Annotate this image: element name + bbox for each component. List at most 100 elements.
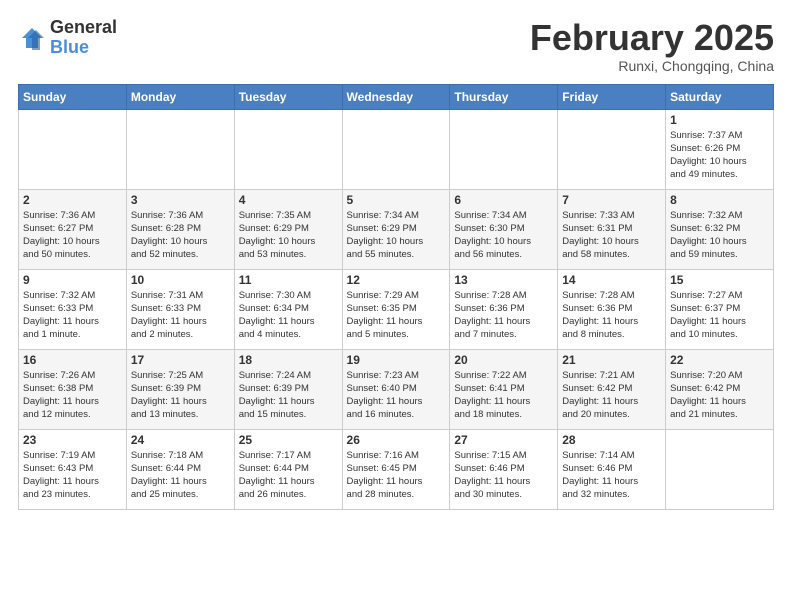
table-row [126, 109, 234, 189]
day-info: Sunrise: 7:23 AM Sunset: 6:40 PM Dayligh… [347, 369, 446, 422]
day-number: 11 [239, 273, 338, 287]
calendar-week-row: 23Sunrise: 7:19 AM Sunset: 6:43 PM Dayli… [19, 429, 774, 509]
day-number: 27 [454, 433, 553, 447]
logo-icon [18, 24, 46, 52]
table-row [19, 109, 127, 189]
table-row: 8 Sunrise: 7:32 AM Sunset: 6:32 PM Daylig… [666, 189, 774, 269]
table-row: 11 Sunrise: 7:30 AM Sunset: 6:34 PM Dayli… [234, 269, 342, 349]
table-row: 16 Sunrise: 7:26 AM Sunset: 6:38 PM Dayli… [19, 349, 127, 429]
day-info: Sunrise: 7:33 AM Sunset: 6:31 PM Dayligh… [562, 209, 661, 262]
day-info: Sunrise: 7:17 AM Sunset: 6:44 PM Dayligh… [239, 449, 338, 502]
table-row: 15Sunrise: 7:27 AM Sunset: 6:37 PM Dayli… [666, 269, 774, 349]
table-row [450, 109, 558, 189]
logo-blue: Blue [50, 38, 117, 58]
header-wednesday: Wednesday [342, 84, 450, 109]
table-row [666, 429, 774, 509]
table-row: 12 Sunrise: 7:29 AM Sunset: 6:35 PM Dayli… [342, 269, 450, 349]
table-row: 28 Sunrise: 7:14 AM Sunset: 6:46 PM Dayli… [558, 429, 666, 509]
table-row [234, 109, 342, 189]
logo-text: General Blue [50, 18, 117, 58]
table-row: 17 Sunrise: 7:25 AM Sunset: 6:39 PM Dayli… [126, 349, 234, 429]
header-tuesday: Tuesday [234, 84, 342, 109]
table-row: 25 Sunrise: 7:17 AM Sunset: 6:44 PM Dayli… [234, 429, 342, 509]
day-number: 22 [670, 353, 769, 367]
day-info: Sunrise: 7:24 AM Sunset: 6:39 PM Dayligh… [239, 369, 338, 422]
location: Runxi, Chongqing, China [530, 58, 774, 74]
day-info: Sunrise: 7:34 AM Sunset: 6:29 PM Dayligh… [347, 209, 446, 262]
day-info: Sunrise: 7:32 AM Sunset: 6:33 PM Dayligh… [23, 289, 122, 342]
day-number: 20 [454, 353, 553, 367]
day-info: Sunrise: 7:35 AM Sunset: 6:29 PM Dayligh… [239, 209, 338, 262]
day-info: Sunrise: 7:28 AM Sunset: 6:36 PM Dayligh… [454, 289, 553, 342]
table-row: 10Sunrise: 7:31 AM Sunset: 6:33 PM Dayli… [126, 269, 234, 349]
table-row: 19 Sunrise: 7:23 AM Sunset: 6:40 PM Dayli… [342, 349, 450, 429]
calendar-header-row: Sunday Monday Tuesday Wednesday Thursday… [19, 84, 774, 109]
day-number: 26 [347, 433, 446, 447]
logo-general: General [50, 18, 117, 38]
day-number: 13 [454, 273, 553, 287]
day-number: 3 [131, 193, 230, 207]
day-number: 15 [670, 273, 769, 287]
day-number: 2 [23, 193, 122, 207]
table-row: 7 Sunrise: 7:33 AM Sunset: 6:31 PM Daylig… [558, 189, 666, 269]
day-number: 19 [347, 353, 446, 367]
day-number: 17 [131, 353, 230, 367]
header-saturday: Saturday [666, 84, 774, 109]
day-info: Sunrise: 7:25 AM Sunset: 6:39 PM Dayligh… [131, 369, 230, 422]
day-number: 7 [562, 193, 661, 207]
day-number: 10 [131, 273, 230, 287]
day-info: Sunrise: 7:14 AM Sunset: 6:46 PM Dayligh… [562, 449, 661, 502]
day-info: Sunrise: 7:19 AM Sunset: 6:43 PM Dayligh… [23, 449, 122, 502]
day-number: 21 [562, 353, 661, 367]
day-number: 4 [239, 193, 338, 207]
day-info: Sunrise: 7:16 AM Sunset: 6:45 PM Dayligh… [347, 449, 446, 502]
calendar-week-row: 1 Sunrise: 7:37 AM Sunset: 6:26 PM Daylig… [19, 109, 774, 189]
calendar-week-row: 9 Sunrise: 7:32 AM Sunset: 6:33 PM Daylig… [19, 269, 774, 349]
day-info: Sunrise: 7:28 AM Sunset: 6:36 PM Dayligh… [562, 289, 661, 342]
calendar-table: Sunday Monday Tuesday Wednesday Thursday… [18, 84, 774, 510]
table-row: 22Sunrise: 7:20 AM Sunset: 6:42 PM Dayli… [666, 349, 774, 429]
day-info: Sunrise: 7:32 AM Sunset: 6:32 PM Dayligh… [670, 209, 769, 262]
day-info: Sunrise: 7:37 AM Sunset: 6:26 PM Dayligh… [670, 129, 769, 182]
table-row: 14 Sunrise: 7:28 AM Sunset: 6:36 PM Dayli… [558, 269, 666, 349]
day-number: 12 [347, 273, 446, 287]
day-number: 8 [670, 193, 769, 207]
table-row: 9 Sunrise: 7:32 AM Sunset: 6:33 PM Daylig… [19, 269, 127, 349]
day-info: Sunrise: 7:26 AM Sunset: 6:38 PM Dayligh… [23, 369, 122, 422]
header-monday: Monday [126, 84, 234, 109]
header: General Blue February 2025 Runxi, Chongq… [18, 18, 774, 74]
day-number: 1 [670, 113, 769, 127]
day-info: Sunrise: 7:22 AM Sunset: 6:41 PM Dayligh… [454, 369, 553, 422]
header-friday: Friday [558, 84, 666, 109]
day-number: 28 [562, 433, 661, 447]
calendar-week-row: 2 Sunrise: 7:36 AM Sunset: 6:27 PM Daylig… [19, 189, 774, 269]
header-sunday: Sunday [19, 84, 127, 109]
day-number: 16 [23, 353, 122, 367]
day-info: Sunrise: 7:21 AM Sunset: 6:42 PM Dayligh… [562, 369, 661, 422]
day-number: 24 [131, 433, 230, 447]
day-number: 14 [562, 273, 661, 287]
day-number: 25 [239, 433, 338, 447]
table-row [558, 109, 666, 189]
day-info: Sunrise: 7:18 AM Sunset: 6:44 PM Dayligh… [131, 449, 230, 502]
table-row: 23Sunrise: 7:19 AM Sunset: 6:43 PM Dayli… [19, 429, 127, 509]
day-info: Sunrise: 7:29 AM Sunset: 6:35 PM Dayligh… [347, 289, 446, 342]
table-row [342, 109, 450, 189]
day-number: 18 [239, 353, 338, 367]
table-row: 4 Sunrise: 7:35 AM Sunset: 6:29 PM Daylig… [234, 189, 342, 269]
title-section: February 2025 Runxi, Chongqing, China [530, 18, 774, 74]
table-row: 18 Sunrise: 7:24 AM Sunset: 6:39 PM Dayli… [234, 349, 342, 429]
table-row: 3 Sunrise: 7:36 AM Sunset: 6:28 PM Daylig… [126, 189, 234, 269]
day-info: Sunrise: 7:36 AM Sunset: 6:28 PM Dayligh… [131, 209, 230, 262]
page-container: General Blue February 2025 Runxi, Chongq… [0, 0, 792, 520]
table-row: 27 Sunrise: 7:15 AM Sunset: 6:46 PM Dayli… [450, 429, 558, 509]
day-info: Sunrise: 7:30 AM Sunset: 6:34 PM Dayligh… [239, 289, 338, 342]
day-number: 9 [23, 273, 122, 287]
header-thursday: Thursday [450, 84, 558, 109]
day-info: Sunrise: 7:36 AM Sunset: 6:27 PM Dayligh… [23, 209, 122, 262]
table-row: 20 Sunrise: 7:22 AM Sunset: 6:41 PM Dayli… [450, 349, 558, 429]
day-info: Sunrise: 7:34 AM Sunset: 6:30 PM Dayligh… [454, 209, 553, 262]
calendar-week-row: 16 Sunrise: 7:26 AM Sunset: 6:38 PM Dayli… [19, 349, 774, 429]
day-info: Sunrise: 7:15 AM Sunset: 6:46 PM Dayligh… [454, 449, 553, 502]
table-row: 2 Sunrise: 7:36 AM Sunset: 6:27 PM Daylig… [19, 189, 127, 269]
